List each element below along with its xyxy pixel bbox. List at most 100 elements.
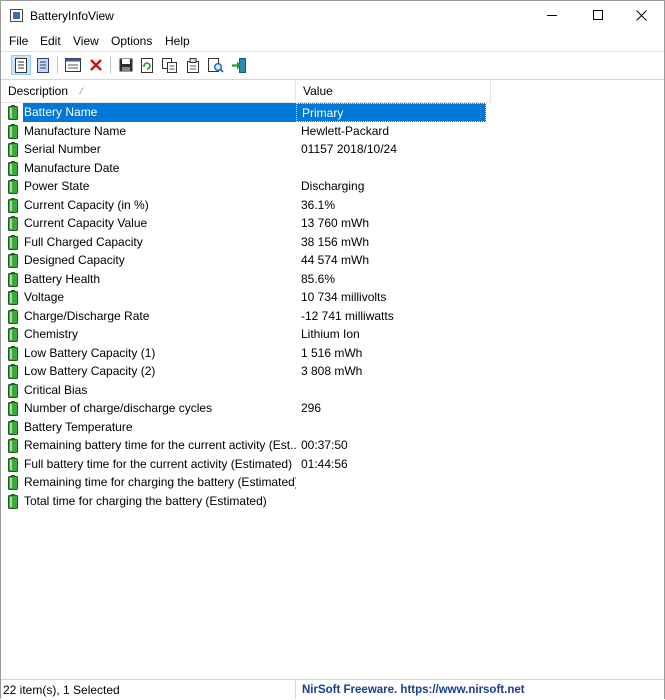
row-value	[301, 473, 491, 492]
status-bar: 22 item(s), 1 Selected NirSoft Freeware.…	[1, 679, 664, 699]
list-item[interactable]: Number of charge/discharge cycles 296	[1, 399, 491, 418]
row-description: Low Battery Capacity (2)	[24, 364, 156, 378]
list-item[interactable]: Manufacture Name Hewlett-Packard	[1, 122, 491, 141]
list-item[interactable]: Battery Name Primary	[1, 103, 491, 122]
status-item-count: 22 item(s), 1 Selected	[3, 680, 296, 699]
list-item[interactable]: Manufacture Date	[1, 159, 491, 178]
column-header-description-label: Description	[8, 84, 69, 98]
battery-icon	[8, 290, 18, 305]
row-value: 13 760 mWh	[301, 216, 370, 230]
row-value: 3 808 mWh	[301, 364, 363, 378]
battery-icon	[8, 419, 18, 435]
list-item[interactable]: Low Battery Capacity (2) 3 808 mWh	[1, 362, 491, 381]
battery-log-mode-icon	[37, 57, 49, 73]
battery-icon	[8, 401, 18, 416]
refresh-icon	[141, 57, 153, 73]
toolbar	[1, 51, 664, 80]
list-item[interactable]: Designed Capacity 44 574 mWh	[1, 251, 491, 270]
row-value: 1 516 mWh	[301, 345, 363, 360]
battery-icon	[8, 271, 18, 287]
list-item[interactable]: Full battery time for the current activi…	[1, 455, 491, 474]
nirsoft-link[interactable]: NirSoft Freeware. https://www.nirsoft.ne…	[302, 680, 525, 699]
row-value: Discharging	[301, 179, 365, 193]
battery-info-list[interactable]: Description ⁄ Value Battery Name Primary M…	[1, 80, 664, 676]
list-item[interactable]: Full Charged Capacity 38 156 mWh	[1, 233, 491, 252]
find-button[interactable]	[206, 55, 226, 75]
menu-file[interactable]: File	[9, 34, 28, 48]
close-icon	[635, 10, 647, 22]
menu-edit[interactable]: Edit	[40, 34, 61, 48]
battery-icon	[8, 142, 18, 157]
row-value	[301, 492, 491, 511]
list-item[interactable]: Battery Health 85.6%	[1, 270, 491, 289]
list-item[interactable]: Low Battery Capacity (1) 1 516 mWh	[1, 344, 491, 363]
battery-info-mode-button[interactable]	[11, 55, 31, 75]
list-item[interactable]: Power State Discharging	[1, 177, 491, 196]
copy-button[interactable]	[160, 55, 180, 75]
column-header-value[interactable]: Value	[296, 80, 491, 102]
row-description: Total time for charging the battery (Est…	[24, 493, 267, 508]
battery-icon	[8, 364, 18, 379]
battery-icon	[8, 475, 18, 490]
minimize-button[interactable]	[529, 1, 575, 31]
column-header-description[interactable]: Description ⁄	[1, 80, 296, 102]
battery-icon	[8, 216, 18, 231]
battery-icon	[8, 234, 18, 250]
menu-options[interactable]: Options	[111, 34, 152, 48]
app-window: BatteryInfoView File Edit View Options H…	[0, 0, 665, 699]
list-item[interactable]: Current Capacity Value 13 760 mWh	[1, 214, 491, 233]
row-description: Remaining time for charging the battery …	[24, 475, 296, 489]
title-bar[interactable]: BatteryInfoView	[1, 1, 664, 31]
list-item[interactable]: Critical Bias	[1, 381, 491, 400]
delete-icon	[90, 59, 102, 71]
row-value	[301, 159, 491, 178]
battery-icon	[8, 160, 18, 176]
row-value: 01157 2018/10/24	[301, 142, 397, 156]
battery-icon	[8, 253, 18, 268]
list-item[interactable]: Remaining battery time for the current a…	[1, 436, 491, 455]
copy-icon	[162, 57, 177, 73]
menu-view[interactable]: View	[73, 34, 99, 48]
menu-help[interactable]: Help	[165, 34, 190, 48]
row-description: Number of charge/discharge cycles	[24, 401, 213, 415]
find-icon	[208, 57, 224, 73]
list-item[interactable]: Total time for charging the battery (Est…	[1, 492, 491, 511]
exit-button[interactable]	[229, 55, 249, 75]
list-item[interactable]: Voltage 10 734 millivolts	[1, 288, 491, 307]
row-value: 10 734 millivolts	[301, 290, 387, 304]
list-item[interactable]: Current Capacity (in %) 36.1%	[1, 196, 491, 215]
battery-icon	[8, 345, 18, 361]
row-value: 296	[301, 401, 322, 415]
row-value: Hewlett-Packard	[301, 123, 390, 138]
list-item[interactable]: Chemistry Lithium Ion	[1, 325, 491, 344]
save-button[interactable]	[116, 55, 136, 75]
list-item[interactable]: Battery Temperature	[1, 418, 491, 437]
row-description: Voltage	[24, 290, 65, 304]
row-description: Full Charged Capacity	[24, 234, 143, 249]
row-value	[301, 381, 491, 400]
row-value: 38 156 mWh	[301, 234, 370, 249]
properties-icon	[187, 57, 199, 73]
maximize-icon	[592, 10, 603, 21]
list-item[interactable]: Remaining time for charging the battery …	[1, 473, 491, 492]
battery-icon	[8, 382, 18, 398]
refresh-button[interactable]	[137, 55, 157, 75]
list-item[interactable]: Charge/Discharge Rate -12 741 milliwatts	[1, 307, 491, 326]
row-description: Critical Bias	[24, 382, 88, 397]
close-button[interactable]	[618, 1, 664, 31]
properties-button[interactable]	[183, 55, 203, 75]
row-value: Lithium Ion	[301, 327, 360, 341]
row-description: Designed Capacity	[24, 253, 125, 267]
battery-icon	[8, 493, 18, 509]
battery-icon	[8, 123, 18, 139]
save-icon	[119, 58, 133, 72]
battery-log-mode-button[interactable]	[33, 55, 53, 75]
properties-window-button[interactable]	[63, 55, 83, 75]
battery-icon	[8, 456, 18, 472]
battery-info-mode-icon	[15, 57, 27, 73]
battery-icon	[8, 308, 18, 324]
row-description: Full battery time for the current activi…	[24, 456, 293, 471]
delete-button[interactable]	[86, 55, 106, 75]
list-item[interactable]: Serial Number 01157 2018/10/24	[1, 140, 491, 159]
maximize-button[interactable]	[575, 1, 621, 31]
